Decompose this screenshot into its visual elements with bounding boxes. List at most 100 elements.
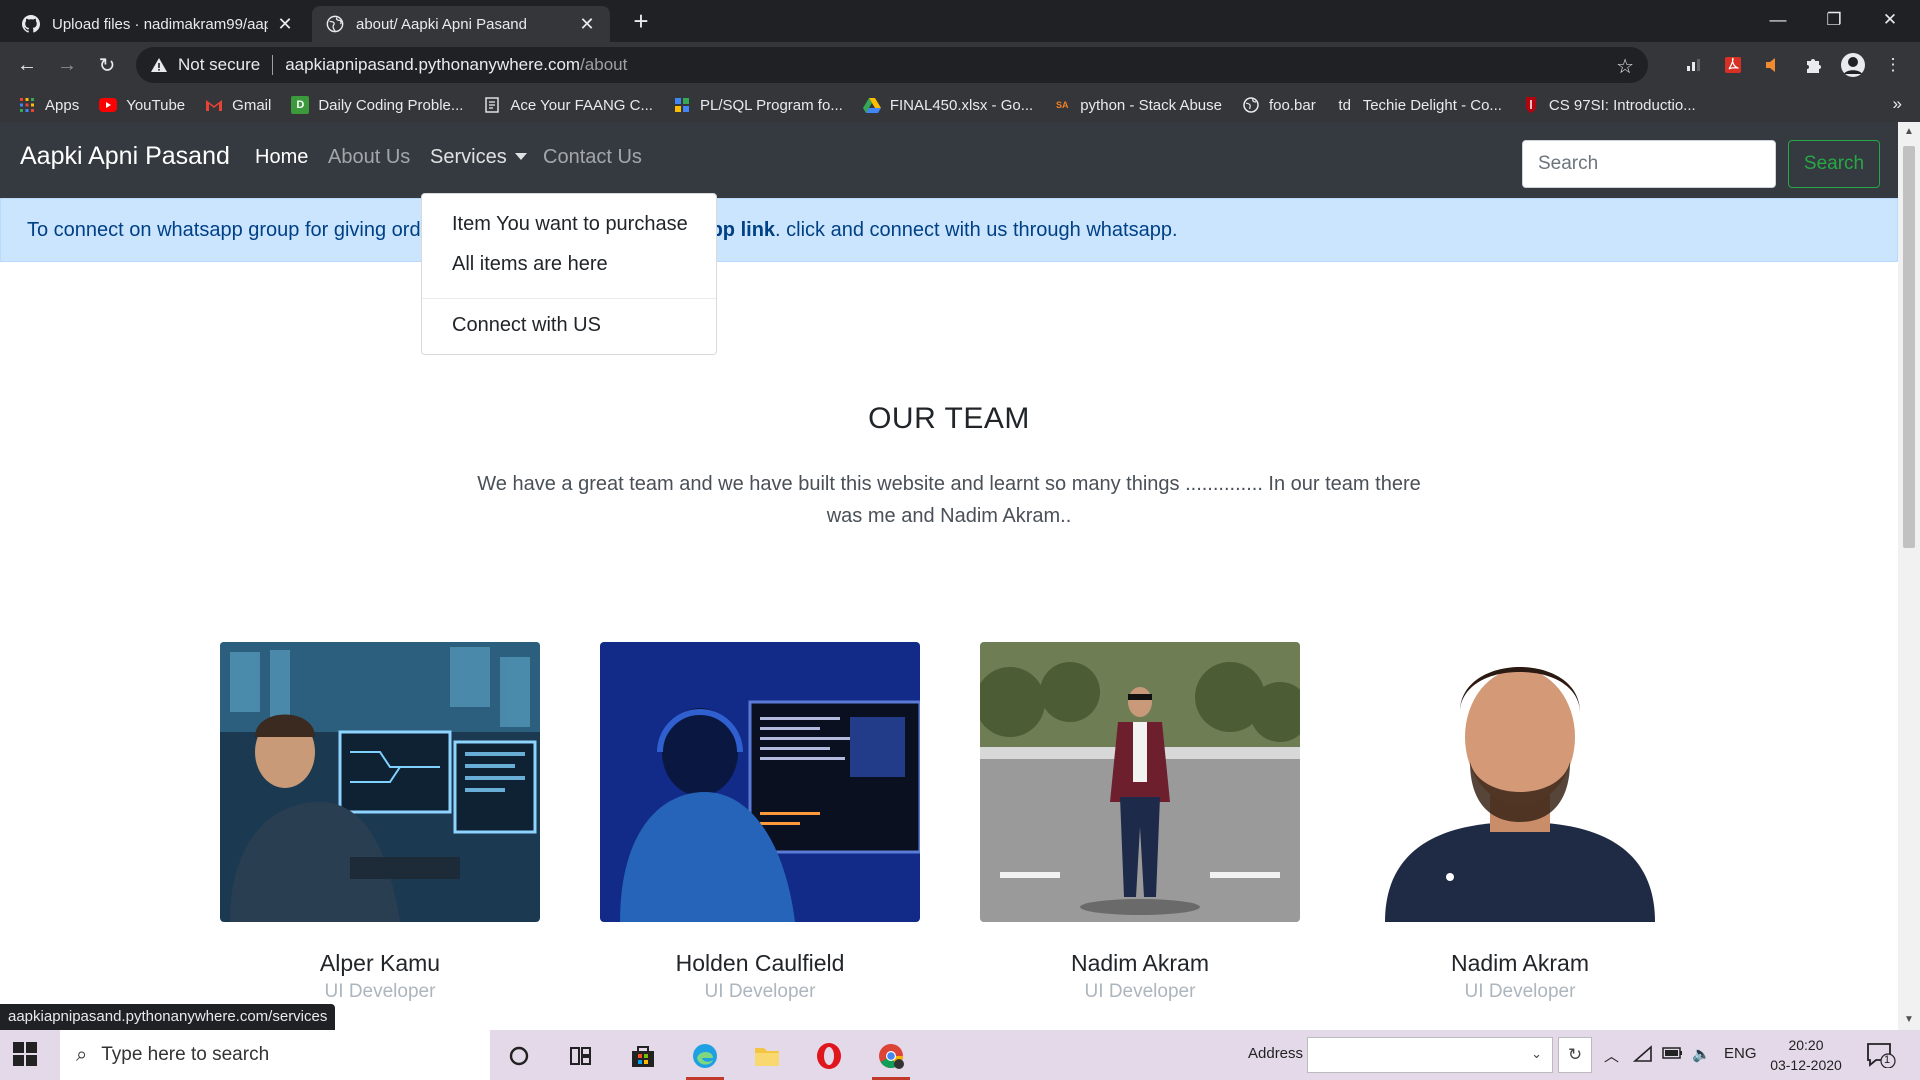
daily-coding-icon: D (291, 96, 310, 114)
notification-center-icon[interactable]: 1 (1866, 1042, 1896, 1069)
bookmark-cs97si[interactable]: CS 97SI: Introductio... (1522, 96, 1696, 114)
cortana-icon[interactable] (494, 1036, 544, 1076)
page-scrollbar[interactable]: ▲ ▼ (1898, 122, 1920, 1030)
whatsapp-alert-banner: To connect on whatsapp group for giving … (0, 198, 1898, 262)
bookmark-star-icon[interactable]: ☆ (1616, 54, 1634, 79)
bookmark-techie-delight[interactable]: td Techie Delight - Co... (1336, 96, 1502, 114)
new-tab-button[interactable]: + (624, 6, 658, 38)
globe-icon (1242, 96, 1260, 114)
reload-icon[interactable]: ↻ (92, 50, 122, 80)
alert-text-suffix: . click and connect with us through what… (775, 218, 1178, 241)
nav-about-us[interactable]: About Us (328, 146, 410, 169)
chevron-down-icon[interactable]: ⌄ (1531, 1046, 1542, 1062)
member-role: UI Developer (1084, 981, 1196, 1002)
scroll-down-arrow-icon[interactable]: ▼ (1904, 1014, 1914, 1025)
opera-icon[interactable] (804, 1036, 854, 1076)
nav-contact-us[interactable]: Contact Us (543, 146, 642, 169)
battery-icon[interactable] (1662, 1045, 1684, 1065)
td-icon: td (1338, 96, 1351, 114)
team-description: We have a great team and we have built t… (477, 473, 1421, 527)
bookmark-label: Ace Your FAANG C... (510, 96, 653, 114)
close-tab-icon[interactable]: ✕ (578, 14, 596, 35)
nav-services-dropdown[interactable]: Services (430, 146, 527, 169)
scroll-thumb[interactable] (1903, 146, 1915, 548)
whatsapp-link[interactable]: pp link (711, 219, 775, 242)
gmail-icon (205, 96, 223, 114)
taskbar-search-box[interactable]: ⌕ Type here to search (60, 1030, 490, 1080)
site-brand[interactable]: Aapki Apni Pasand (20, 142, 230, 171)
bookmark-gmail[interactable]: Gmail (205, 96, 271, 114)
bookmark-apps[interactable]: Apps (18, 96, 79, 114)
forward-arrow-icon[interactable]: → (52, 50, 82, 80)
bookmark-foobar[interactable]: foo.bar (1242, 96, 1316, 114)
edge-icon[interactable] (680, 1036, 730, 1080)
dropdown-item-purchase[interactable]: Item You want to purchase (452, 213, 688, 236)
audio-extension-icon[interactable] (1760, 52, 1786, 78)
address-toolbar-label: Address (1248, 1045, 1304, 1062)
site-search-input[interactable] (1522, 140, 1776, 188)
bookmark-final450[interactable]: FINAL450.xlsx - Go... (862, 96, 1033, 114)
close-window-button[interactable]: ✕ (1862, 0, 1918, 40)
tab-about[interactable]: about/ Aapki Apni Pasand ✕ (312, 6, 610, 42)
tab-title: about/ Aapki Apni Pasand (356, 15, 527, 33)
team-heading: OUR TEAM (868, 402, 1030, 435)
team-member-card: Nadim Akram UI Developer (1360, 642, 1680, 1003)
address-go-button[interactable]: ↻ (1558, 1037, 1592, 1073)
wifi-icon[interactable] (1632, 1045, 1653, 1067)
member-name: Nadim Akram (1070, 950, 1210, 976)
team-member-card: Alper Kamu UI Developer (220, 642, 540, 1003)
input-language[interactable]: ENG (1724, 1045, 1757, 1062)
bookmark-plsql[interactable]: PL/SQL Program fo... (673, 96, 843, 114)
clock-date: 03-12-2020 (1770, 1057, 1842, 1073)
store-icon[interactable] (618, 1036, 668, 1076)
member-role: UI Developer (1464, 981, 1576, 1002)
show-hidden-icons-chevron-icon[interactable]: ︿ (1604, 1045, 1619, 1066)
member-name: Alper Kamu (319, 950, 441, 976)
close-tab-icon[interactable]: ✕ (276, 14, 294, 35)
windows-start-icon[interactable] (12, 1041, 38, 1072)
volume-icon[interactable]: 🔈 (1692, 1045, 1711, 1063)
stack-abuse-icon: SA (1055, 100, 1069, 110)
task-view-icon[interactable] (556, 1036, 606, 1076)
signal-extension-icon[interactable] (1680, 52, 1706, 78)
back-arrow-icon[interactable]: ← (12, 50, 42, 80)
tab-upload-files[interactable]: Upload files · nadimakram99/aap ✕ (8, 6, 308, 42)
clock-time: 20:20 (1788, 1037, 1824, 1053)
site-search-button[interactable]: Search (1788, 140, 1880, 188)
pdf-extension-icon[interactable] (1720, 52, 1746, 78)
address-bar[interactable]: Not secure aapkiapnipasand.pythonanywher… (136, 47, 1648, 83)
taskbar-clock[interactable]: 20:20 03-12-2020 (1768, 1035, 1844, 1075)
minimize-window-button[interactable]: — (1750, 0, 1806, 40)
site-navbar: Aapki Apni Pasand Home About Us Services… (0, 122, 1898, 198)
dropdown-item-connect[interactable]: Connect with US (452, 314, 601, 337)
member-role: UI Developer (324, 981, 436, 1002)
bookmark-label: Apps (45, 96, 80, 114)
scroll-up-arrow-icon[interactable]: ▲ (1904, 126, 1914, 137)
warning-icon[interactable] (150, 56, 168, 74)
file-explorer-icon[interactable] (742, 1036, 792, 1076)
bookmark-label: python - Stack Abuse (1080, 96, 1222, 114)
alert-text-prefix: To connect on whatsapp group for giving … (27, 218, 421, 241)
member-name: Holden Caulfield (675, 950, 845, 976)
more-bookmarks-button[interactable]: » (1893, 94, 1902, 114)
browser-menu-icon[interactable]: ⋮ (1880, 52, 1906, 78)
taskbar-search-placeholder: Type here to search (101, 1044, 270, 1065)
bookmark-ace-faang[interactable]: Ace Your FAANG C... (483, 96, 653, 114)
security-label[interactable]: Not secure (178, 55, 260, 75)
google-drive-icon (862, 96, 881, 114)
puzzle-extensions-icon[interactable] (1800, 52, 1826, 78)
member-name: Nadim Akram (1450, 950, 1590, 976)
globe-icon (326, 15, 344, 33)
dropdown-item-all-items[interactable]: All items are here (452, 253, 608, 276)
profile-avatar[interactable] (1840, 52, 1866, 78)
windows-taskbar: ⌕ Type here to search Address ⌄ ↻ ︿ 🔈 EN… (0, 1030, 1920, 1080)
bookmark-label: Daily Coding Proble... (318, 96, 464, 114)
bookmark-stack-abuse[interactable]: SA python - Stack Abuse (1053, 96, 1222, 114)
nav-home[interactable]: Home (255, 146, 308, 169)
address-toolbar-input[interactable]: ⌄ (1307, 1037, 1553, 1073)
bookmark-youtube[interactable]: YouTube (99, 96, 185, 114)
bookmark-daily-coding[interactable]: D Daily Coding Proble... (291, 96, 463, 114)
chrome-icon[interactable] (866, 1036, 916, 1080)
restore-window-button[interactable]: ❐ (1806, 0, 1862, 40)
bookmark-label: Gmail (232, 96, 272, 114)
